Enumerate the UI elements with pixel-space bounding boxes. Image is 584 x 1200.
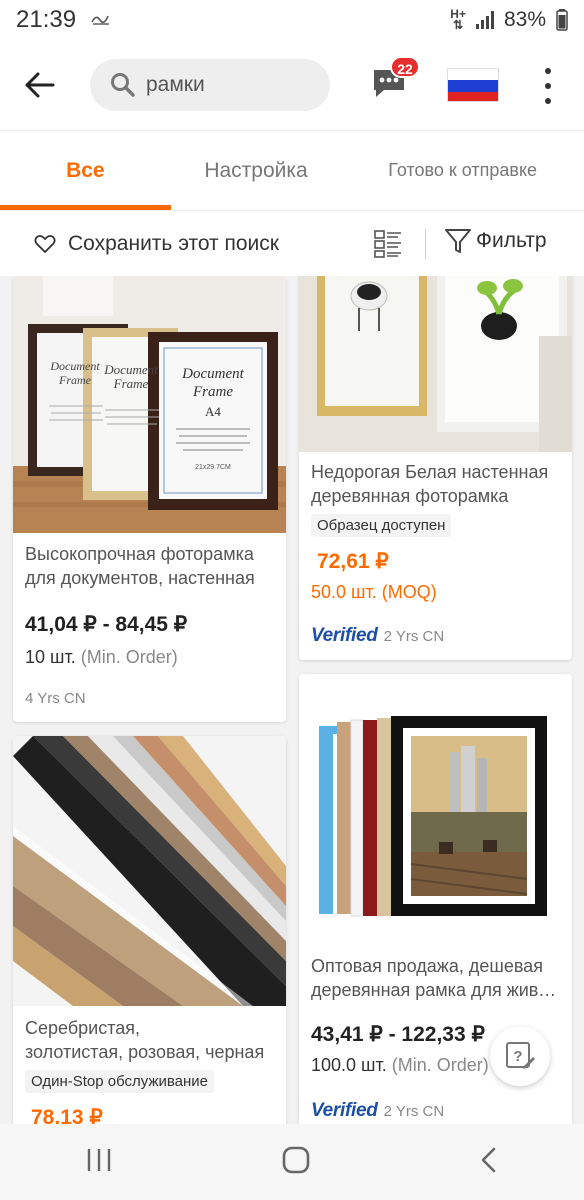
product-moq: 10 шт. (Min. Order) — [25, 647, 178, 667]
filter-label: Фильтр — [476, 229, 547, 252]
product-title-line1: Серебристая, — [25, 1018, 141, 1038]
divider — [425, 229, 426, 259]
tab-all[interactable]: Все — [0, 131, 171, 210]
product-title-line1: Оптовая продажа, дешевая — [311, 956, 543, 976]
recent-apps-icon[interactable] — [84, 1147, 114, 1178]
product-grid: Document Frame A4 21x29.7CM Document Fra… — [0, 276, 584, 1124]
messages-button[interactable]: 22 — [370, 56, 420, 108]
product-title: Недорогая Белая настенная деревянная фот… — [311, 462, 549, 506]
app-header: рамки 22 — [0, 40, 584, 130]
svg-text:Frame: Frame — [113, 376, 149, 391]
image-text-a4: A4 — [205, 404, 221, 419]
status-time: 21:39 — [16, 6, 77, 33]
one-stop-service-tag: Один-Stop обслуживание — [25, 1070, 215, 1093]
svg-text:Document: Document — [49, 359, 100, 373]
more-vert-icon[interactable] — [538, 68, 558, 104]
feedback-button[interactable]: ? — [490, 1026, 550, 1086]
product-moq: 50.0 шт. (MOQ) — [311, 582, 437, 602]
product-price: 78,13 ₽ — [31, 1106, 103, 1124]
signal-icon — [475, 11, 494, 29]
product-price: 72,61 ₽ — [317, 550, 389, 573]
product-image[interactable] — [299, 276, 572, 452]
back-arrow-icon — [25, 72, 55, 98]
notification-icon — [90, 9, 112, 32]
svg-text:Document: Document — [103, 362, 158, 377]
product-title: Высокопрочная фоторамка для документов, … — [25, 544, 255, 588]
verified-badge: Verified 2 Yrs CN — [311, 625, 445, 646]
save-search-label: Сохранить этот поиск — [68, 231, 279, 255]
search-input[interactable]: рамки — [90, 59, 330, 111]
search-query: рамки — [146, 73, 205, 96]
supplier-years: 2 Yrs CN — [383, 1102, 445, 1120]
help-edit-icon: ? — [506, 1042, 535, 1069]
list-view-icon[interactable] — [374, 230, 402, 263]
product-image[interactable] — [299, 674, 572, 942]
product-price: 41,04 ₽ - 84,45 ₽ — [25, 613, 188, 636]
heart-icon — [34, 234, 56, 253]
search-icon — [111, 73, 135, 97]
verified-badge: Verified 2 Yrs CN — [311, 1100, 445, 1121]
product-title-line2: золотистая, розовая, черная — [25, 1042, 265, 1062]
svg-text:?: ? — [513, 1048, 522, 1065]
product-title-line2: деревянная рамка для живописи — [311, 980, 560, 1000]
filter-button[interactable]: Фильтр — [444, 227, 547, 255]
home-icon[interactable] — [281, 1145, 311, 1180]
message-count-badge: 22 — [390, 56, 420, 78]
product-card[interactable]: Серебристая, золотистая, розовая, черная… — [13, 736, 286, 1124]
image-text-document: Document — [181, 366, 244, 382]
supplier-years: 4 Yrs CN — [25, 690, 86, 707]
battery-percent: 83% — [503, 8, 546, 31]
product-card[interactable]: Document Frame A4 21x29.7CM Document Fra… — [13, 276, 286, 722]
tab-ready-to-ship[interactable]: Готово к отправке — [341, 131, 584, 210]
image-text-size: 21x29.7CM — [195, 464, 231, 471]
battery-icon — [556, 9, 568, 31]
save-search-button[interactable]: Сохранить этот поиск — [34, 232, 279, 256]
supplier-years: 2 Yrs CN — [383, 627, 445, 645]
status-bar: 21:39 H+ ⇅ 83% — [0, 0, 584, 40]
funnel-icon — [445, 229, 471, 253]
filter-bar: Сохранить этот поиск Фильтр — [0, 210, 584, 276]
image-text-frame: Frame — [192, 384, 233, 400]
product-image[interactable]: Document Frame A4 21x29.7CM Document Fra… — [13, 276, 286, 533]
product-card[interactable]: Недорогая Белая настенная деревянная фот… — [299, 276, 572, 660]
product-image[interactable] — [13, 736, 286, 1006]
sample-available-tag: Образец доступен — [311, 514, 452, 537]
back-button[interactable] — [0, 40, 80, 130]
tab-customization[interactable]: Настройка — [171, 131, 342, 210]
tab-bar: Все Настройка Готово к отправке — [0, 130, 584, 210]
svg-text:Frame: Frame — [58, 373, 92, 387]
network-type: H+ ⇅ — [450, 7, 466, 32]
system-nav-bar — [0, 1124, 584, 1200]
russia-flag-icon[interactable] — [447, 68, 499, 102]
back-icon[interactable] — [478, 1146, 500, 1179]
